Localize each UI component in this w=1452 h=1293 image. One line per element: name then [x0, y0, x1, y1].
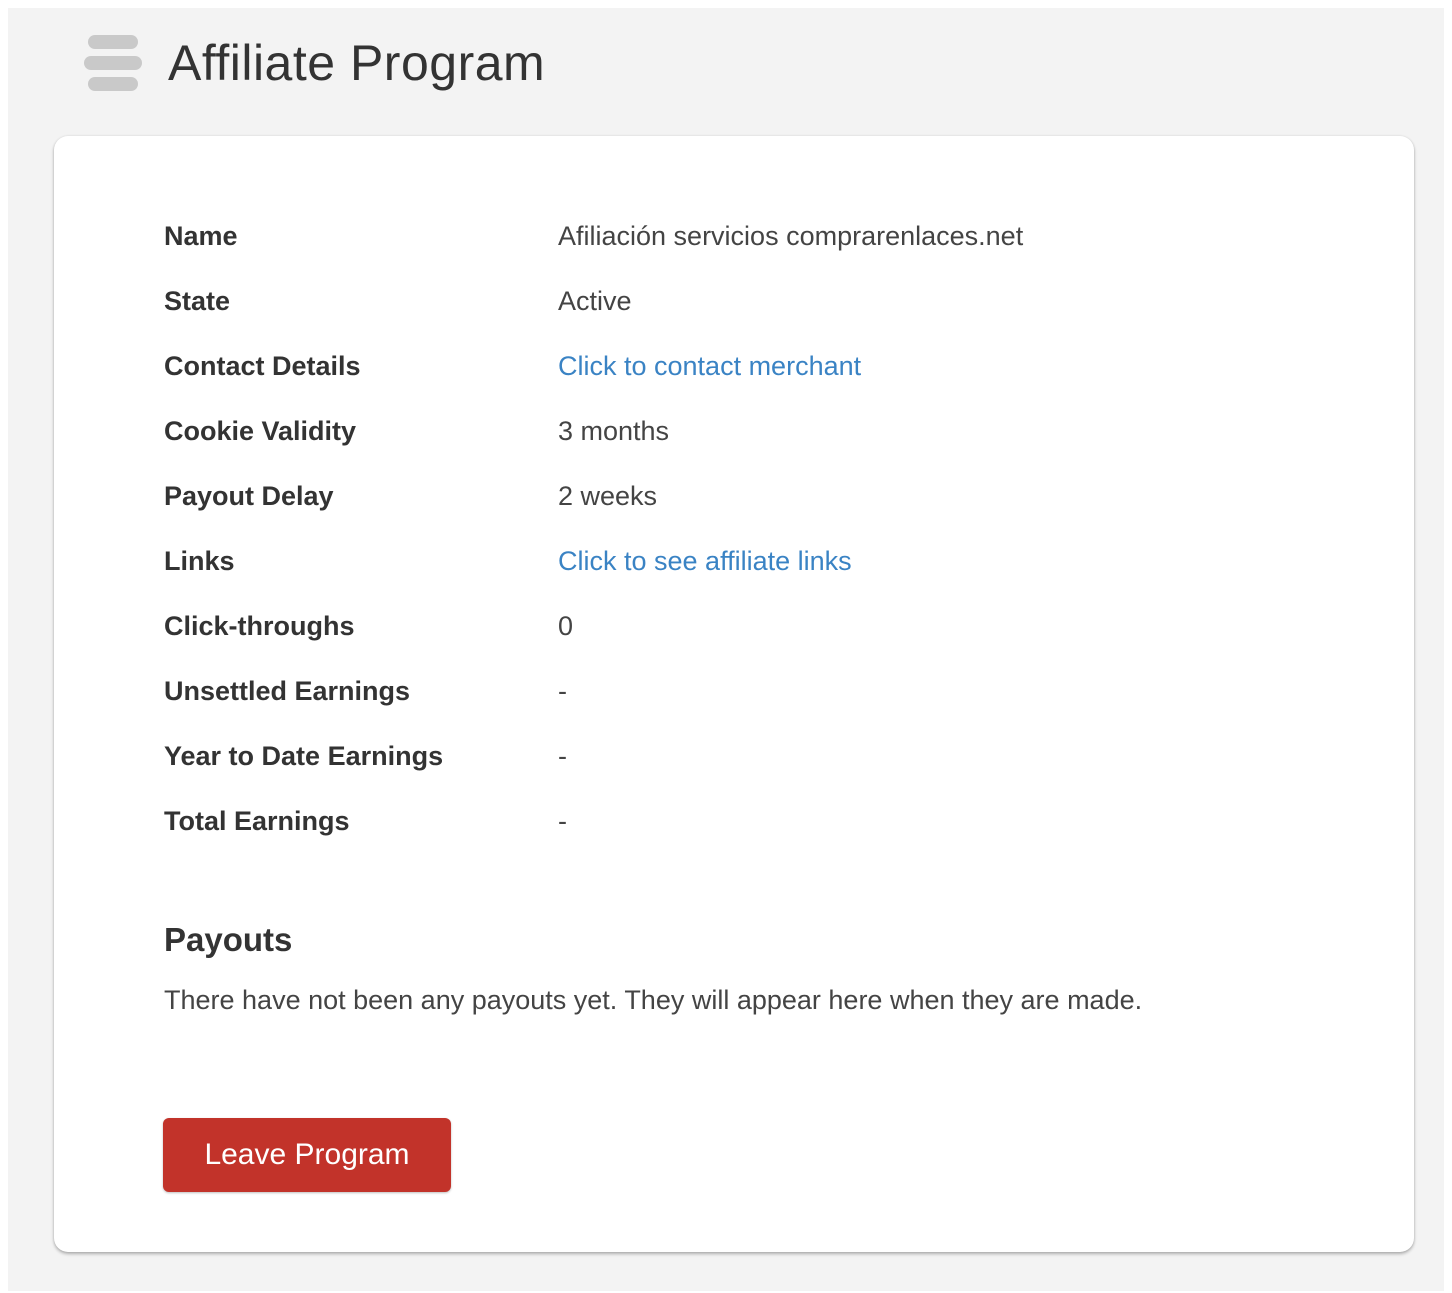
- detail-label: Total Earnings: [164, 806, 350, 836]
- detail-row-contact: Contact Details Click to contact merchan…: [164, 334, 1264, 399]
- affiliate-links-link[interactable]: Click to see affiliate links: [558, 546, 852, 577]
- ytd-earnings-value: -: [558, 741, 567, 771]
- detail-label: Click-throughs: [164, 611, 355, 641]
- state-value: Active: [558, 286, 632, 316]
- program-details-card: Name Afiliación servicios comprarenlaces…: [54, 136, 1414, 1252]
- leave-program-button[interactable]: Leave Program: [163, 1118, 451, 1192]
- detail-row-total: Total Earnings -: [164, 789, 1264, 854]
- detail-label: Name: [164, 221, 238, 251]
- detail-row-unsettled: Unsettled Earnings -: [164, 659, 1264, 724]
- detail-label: Cookie Validity: [164, 416, 357, 446]
- detail-row-payout-delay: Payout Delay 2 weeks: [164, 464, 1264, 529]
- payouts-section: Payouts There have not been any payouts …: [164, 921, 1142, 1016]
- detail-row-state: State Active: [164, 269, 1264, 334]
- payouts-heading: Payouts: [164, 921, 293, 958]
- details-list: Name Afiliación servicios comprarenlaces…: [164, 204, 1264, 854]
- detail-label: Contact Details: [164, 351, 361, 381]
- click-throughs-value: 0: [558, 611, 574, 641]
- detail-label: Unsettled Earnings: [164, 676, 411, 706]
- detail-label: Year to Date Earnings: [164, 741, 444, 771]
- cookie-validity-value: 3 months: [558, 416, 670, 446]
- page-background: Affiliate Program Name Afiliación servic…: [8, 8, 1444, 1291]
- database-stack-icon: [84, 35, 142, 91]
- payout-delay-value: 2 weeks: [558, 481, 658, 511]
- detail-label: Links: [164, 546, 235, 576]
- detail-row-click-throughs: Click-throughs 0: [164, 594, 1264, 659]
- detail-row-ytd: Year to Date Earnings -: [164, 724, 1264, 789]
- detail-row-links: Links Click to see affiliate links: [164, 529, 1264, 594]
- detail-row-cookie: Cookie Validity 3 months: [164, 399, 1264, 464]
- detail-label: State: [164, 286, 231, 316]
- total-earnings-value: -: [558, 806, 567, 836]
- program-name-value: Afiliación servicios comprarenlaces.net: [558, 221, 1024, 251]
- detail-label: Payout Delay: [164, 481, 334, 511]
- unsettled-earnings-value: -: [558, 676, 567, 706]
- page-title: Affiliate Program: [168, 35, 546, 91]
- detail-row-name: Name Afiliación servicios comprarenlaces…: [164, 204, 1264, 269]
- payouts-empty-message: There have not been any payouts yet. The…: [164, 985, 1143, 1015]
- contact-merchant-link[interactable]: Click to contact merchant: [558, 351, 861, 382]
- page-header: Affiliate Program: [84, 28, 545, 98]
